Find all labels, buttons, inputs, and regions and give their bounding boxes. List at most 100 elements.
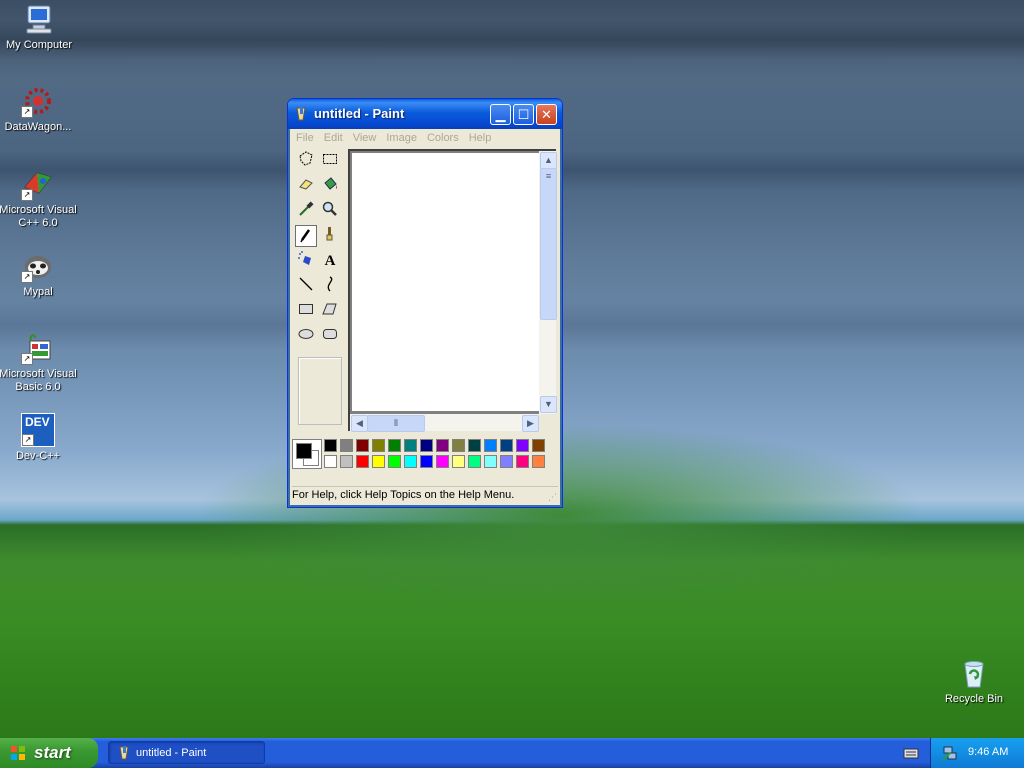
menu-help[interactable]: Help — [469, 129, 492, 147]
palette-color-swatch[interactable] — [388, 439, 401, 452]
palette-color-swatch[interactable] — [532, 439, 545, 452]
drawing-canvas[interactable] — [352, 153, 539, 411]
brush-icon — [326, 227, 333, 241]
scroll-up-button[interactable]: ▲ — [540, 152, 557, 169]
tool-text[interactable]: A — [319, 250, 341, 272]
visual-cpp-icon: ↗ — [21, 167, 55, 201]
desktop-icon-label: Microsoft Visual Basic 6.0 — [0, 368, 77, 393]
mypal-icon: ↗ — [21, 249, 55, 283]
line-icon — [299, 277, 313, 291]
paint-app-icon — [294, 106, 310, 122]
palette-color-swatch[interactable] — [404, 439, 417, 452]
close-button[interactable]: ✕ — [536, 104, 557, 125]
palette-color-swatch[interactable] — [468, 439, 481, 452]
desktop-icon-recycle-bin[interactable]: Recycle Bin — [934, 656, 1014, 706]
minimize-icon: ▁ — [495, 107, 506, 122]
desktop-icon-visual-cpp[interactable]: ↗ Microsoft Visual C++ 6.0 — [0, 167, 78, 230]
minimize-button[interactable]: ▁ — [490, 104, 511, 125]
clock[interactable]: 9:46 AM — [968, 746, 1008, 758]
palette-color-swatch[interactable] — [484, 439, 497, 452]
shortcut-arrow-icon: ↗ — [21, 106, 33, 118]
eraser-icon — [299, 179, 313, 190]
tool-select[interactable] — [319, 150, 341, 172]
palette-color-swatch[interactable] — [372, 455, 385, 468]
vertical-scroll-thumb[interactable]: ≡ — [540, 168, 557, 320]
rounded-rectangle-icon — [323, 329, 337, 339]
tool-brush[interactable] — [319, 225, 341, 247]
palette-color-swatch[interactable] — [532, 455, 545, 468]
tool-ellipse[interactable] — [295, 325, 317, 347]
scroll-right-button[interactable]: ▶ — [522, 415, 539, 432]
eyedropper-icon — [299, 201, 314, 216]
tool-eraser[interactable] — [295, 175, 317, 197]
palette-color-swatch[interactable] — [388, 455, 401, 468]
title-bar[interactable]: untitled - Paint ▁ ☐ ✕ — [288, 99, 562, 129]
tool-pencil[interactable] — [295, 225, 317, 247]
palette-color-swatch[interactable] — [516, 439, 529, 452]
tool-airbrush[interactable] — [295, 250, 317, 272]
maximize-icon: ☐ — [517, 107, 530, 122]
dev-cpp-icon: DEV ↗ — [21, 413, 55, 447]
palette-color-swatch[interactable] — [372, 439, 385, 452]
menu-image[interactable]: Image — [386, 129, 417, 147]
palette-color-swatch[interactable] — [356, 439, 369, 452]
magnifier-icon — [322, 201, 337, 216]
horizontal-scrollbar[interactable]: ◀ ⦀ ▶ — [350, 414, 539, 432]
palette-color-swatch[interactable] — [404, 455, 417, 468]
desktop-icon-label: DataWagon... — [4, 121, 72, 133]
palette-color-swatch[interactable] — [500, 439, 513, 452]
tool-options-box[interactable] — [298, 357, 342, 425]
tool-rectangle[interactable] — [295, 300, 317, 322]
tool-fill-with-color[interactable] — [319, 175, 341, 197]
vertical-scrollbar[interactable]: ▲ ≡ ▼ — [539, 151, 557, 414]
palette-color-swatch[interactable] — [420, 439, 433, 452]
tool-magnifier[interactable] — [319, 200, 341, 222]
menu-colors[interactable]: Colors — [427, 129, 459, 147]
keyboard-layout-icon[interactable] — [903, 746, 919, 760]
shortcut-arrow-icon: ↗ — [21, 353, 33, 365]
palette-color-swatch[interactable] — [356, 455, 369, 468]
tool-pick-color[interactable] — [295, 200, 317, 222]
palette-color-swatch[interactable] — [452, 455, 465, 468]
desktop-icon-my-computer[interactable]: My Computer — [0, 2, 79, 52]
scroll-down-button[interactable]: ▼ — [540, 396, 557, 413]
tool-rounded-rectangle[interactable] — [319, 325, 341, 347]
palette-color-swatch[interactable] — [468, 455, 481, 468]
scrollbar-corner — [539, 414, 556, 431]
tool-line[interactable] — [295, 275, 317, 297]
desktop-icon-visual-basic[interactable]: ↗ Microsoft Visual Basic 6.0 — [0, 331, 78, 394]
taskbar-item-paint[interactable]: untitled - Paint — [108, 741, 265, 764]
palette-color-swatch[interactable] — [420, 455, 433, 468]
maximize-button[interactable]: ☐ — [513, 104, 534, 125]
palette-color-swatch[interactable] — [436, 455, 449, 468]
palette-color-swatch[interactable] — [340, 455, 353, 468]
palette-color-swatch[interactable] — [436, 439, 449, 452]
tool-free-form-select[interactable] — [295, 150, 317, 172]
network-icon[interactable] — [942, 745, 958, 761]
menu-edit[interactable]: Edit — [324, 129, 343, 147]
horizontal-scroll-thumb[interactable]: ⦀ — [367, 415, 425, 432]
palette-color-swatch[interactable] — [516, 455, 529, 468]
desktop-icon-mypal[interactable]: ↗ Mypal — [0, 249, 78, 299]
tool-curve[interactable] — [319, 275, 341, 297]
tool-polygon[interactable] — [319, 300, 341, 322]
color-palette — [292, 437, 554, 471]
menu-file[interactable]: File — [296, 129, 314, 147]
menu-view[interactable]: View — [353, 129, 377, 147]
desktop-icon-datawagon[interactable]: ↗ DataWagon... — [0, 84, 78, 134]
current-colors[interactable] — [292, 439, 322, 469]
start-button[interactable]: start — [0, 738, 98, 768]
my-computer-icon — [22, 2, 56, 36]
desktop-icon-dev-cpp[interactable]: DEV ↗ Dev-C++ — [0, 413, 78, 463]
menu-bar: File Edit View Image Colors Help — [292, 129, 558, 147]
foreground-color-swatch[interactable] — [296, 443, 312, 459]
palette-color-swatch[interactable] — [324, 455, 337, 468]
palette-color-swatch[interactable] — [452, 439, 465, 452]
palette-color-swatch[interactable] — [500, 455, 513, 468]
palette-color-swatch[interactable] — [324, 439, 337, 452]
recycle-bin-icon — [957, 656, 991, 690]
palette-color-swatch[interactable] — [484, 455, 497, 468]
scroll-left-button[interactable]: ◀ — [351, 415, 368, 432]
resize-grip-icon[interactable]: ⋰ — [548, 489, 557, 505]
palette-color-swatch[interactable] — [340, 439, 353, 452]
